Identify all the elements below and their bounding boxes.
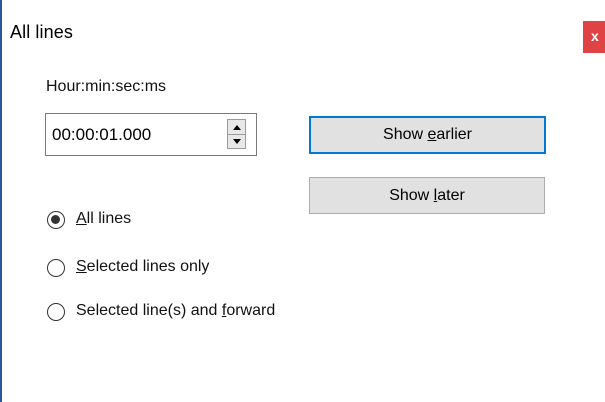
close-icon: x (591, 28, 599, 44)
show-later-label: Show later (389, 187, 465, 204)
time-label: Hour:min:sec:ms (46, 78, 167, 95)
option-selected-and-forward-label: Selected line(s) and forward (76, 302, 276, 319)
window-title: All lines (10, 22, 73, 42)
show-earlier-label: Show earlier (383, 126, 472, 143)
show-earlier-button[interactable]: Show earlier (309, 116, 546, 154)
spin-buttons (227, 119, 246, 149)
radio-selected-dot (51, 215, 60, 224)
dialog-window: All lines x Hour:min:sec:ms Show earlier… (0, 0, 605, 402)
option-selected-lines-only-label: Selected lines only (76, 258, 210, 275)
show-later-button[interactable]: Show later (309, 177, 545, 214)
dialog-content: Hour:min:sec:ms Show earlier Show later … (2, 60, 605, 402)
radio-selected-and-forward[interactable] (47, 303, 65, 321)
option-all-lines-label: All lines (76, 210, 132, 227)
title-bar[interactable]: All lines x (2, 0, 605, 60)
spin-up-button[interactable] (228, 120, 245, 135)
time-spinbox[interactable] (45, 113, 257, 156)
spin-down-button[interactable] (228, 134, 245, 148)
close-button[interactable]: x (583, 21, 605, 53)
arrow-up-icon (232, 124, 241, 130)
radio-all-lines[interactable] (47, 211, 65, 229)
radio-selected-lines-only[interactable] (47, 259, 65, 277)
time-input[interactable] (48, 116, 222, 153)
arrow-down-icon (232, 138, 241, 144)
